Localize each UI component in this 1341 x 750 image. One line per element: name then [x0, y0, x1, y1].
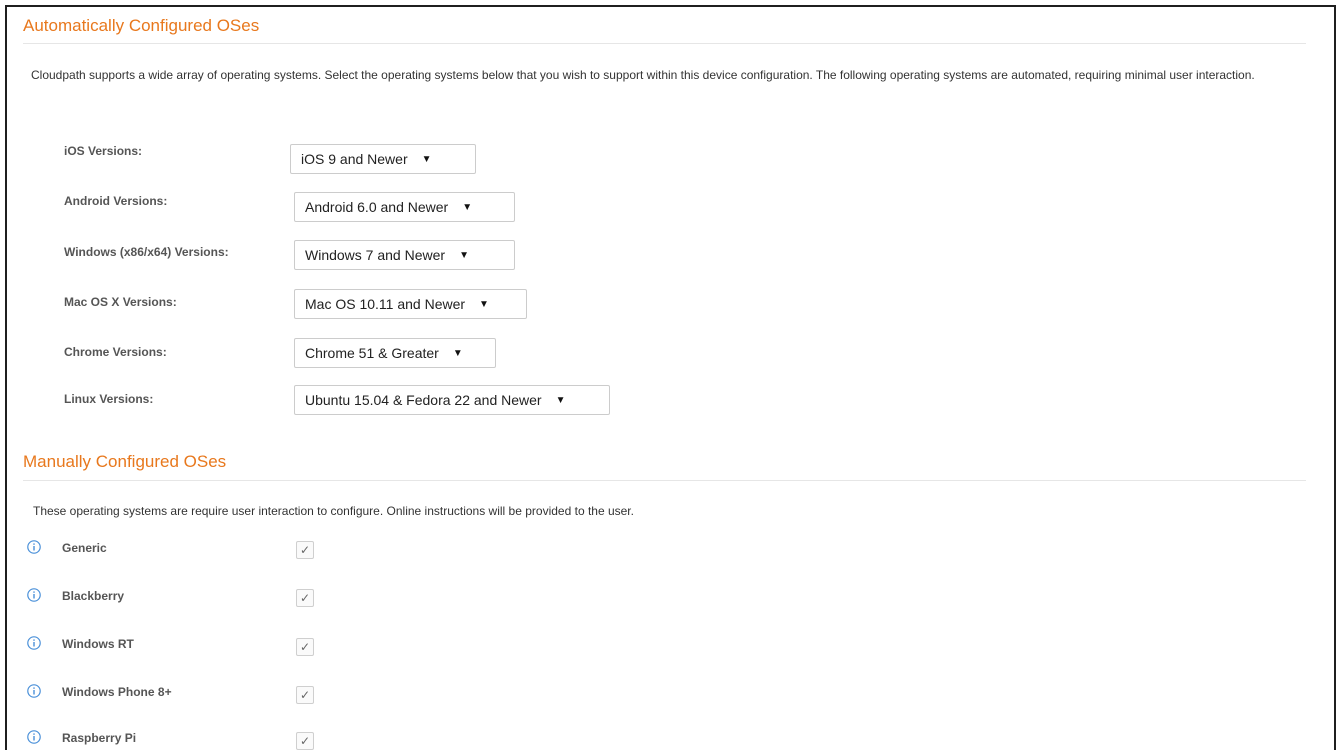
chrome-versions-label: Chrome Versions:: [64, 345, 167, 359]
checkmark-icon: ✓: [299, 591, 311, 605]
manual-section-description: These operating systems are require user…: [33, 504, 634, 518]
android-versions-label: Android Versions:: [64, 194, 168, 208]
ios-versions-label: iOS Versions:: [64, 144, 143, 158]
windows-phone-label: Windows Phone 8+: [62, 685, 172, 699]
info-icon[interactable]: [27, 588, 41, 602]
page-frame: Automatically Configured OSes Cloudpath …: [5, 5, 1336, 750]
android-versions-value: Android 6.0 and Newer: [305, 199, 449, 215]
macos-versions-value: Mac OS 10.11 and Newer: [305, 296, 466, 312]
chevron-down-icon: ▼: [555, 394, 566, 406]
windows-versions-select[interactable]: Windows 7 and Newer ▼: [294, 240, 515, 270]
windows-phone-checkbox[interactable]: ✓: [296, 686, 314, 704]
chevron-down-icon: ▼: [459, 249, 469, 261]
ios-versions-value: iOS 9 and Newer: [301, 151, 408, 167]
chevron-down-icon: ▼: [462, 201, 473, 213]
manual-section-title: Manually Configured OSes: [23, 452, 227, 471]
generic-checkbox[interactable]: ✓: [296, 541, 314, 559]
info-icon[interactable]: [27, 730, 41, 744]
chevron-down-icon: ▼: [421, 153, 432, 165]
linux-versions-select[interactable]: Ubuntu 15.04 & Fedora 22 and Newer ▼: [294, 385, 610, 415]
linux-versions-value: Ubuntu 15.04 & Fedora 22 and Newer: [305, 392, 542, 408]
info-icon[interactable]: [27, 636, 41, 650]
ios-versions-select[interactable]: iOS 9 and Newer ▼: [290, 144, 476, 174]
checkmark-icon: ✓: [299, 688, 311, 702]
chrome-versions-value: Chrome 51 & Greater: [305, 345, 439, 361]
checkmark-icon: ✓: [299, 543, 311, 557]
checkmark-icon: ✓: [299, 734, 311, 748]
raspberry-pi-label: Raspberry Pi: [62, 731, 137, 745]
android-versions-select[interactable]: Android 6.0 and Newer ▼: [294, 192, 515, 222]
windows-versions-label: Windows (x86/x64) Versions:: [64, 245, 229, 259]
raspberry-pi-checkbox[interactable]: ✓: [296, 732, 314, 750]
auto-section-divider: [23, 43, 1306, 44]
chevron-down-icon: ▼: [452, 347, 463, 359]
windows-rt-label: Windows RT: [62, 637, 134, 651]
info-icon[interactable]: [27, 540, 41, 554]
windows-versions-value: Windows 7 and Newer: [305, 247, 446, 263]
checkmark-icon: ✓: [299, 640, 311, 654]
manual-section-divider: [23, 480, 1306, 481]
chevron-down-icon: ▼: [479, 298, 489, 310]
info-icon[interactable]: [27, 684, 41, 698]
blackberry-label: Blackberry: [62, 589, 125, 603]
chrome-versions-select[interactable]: Chrome 51 & Greater ▼: [294, 338, 496, 368]
auto-section-description: Cloudpath supports a wide array of opera…: [31, 68, 1255, 82]
windows-rt-checkbox[interactable]: ✓: [296, 638, 314, 656]
generic-label: Generic: [62, 541, 107, 555]
blackberry-checkbox[interactable]: ✓: [296, 589, 314, 607]
macos-versions-select[interactable]: Mac OS 10.11 and Newer ▼: [294, 289, 527, 319]
linux-versions-label: Linux Versions:: [64, 392, 154, 406]
auto-section-title: Automatically Configured OSes: [23, 16, 260, 35]
macos-versions-label: Mac OS X Versions:: [64, 295, 177, 309]
